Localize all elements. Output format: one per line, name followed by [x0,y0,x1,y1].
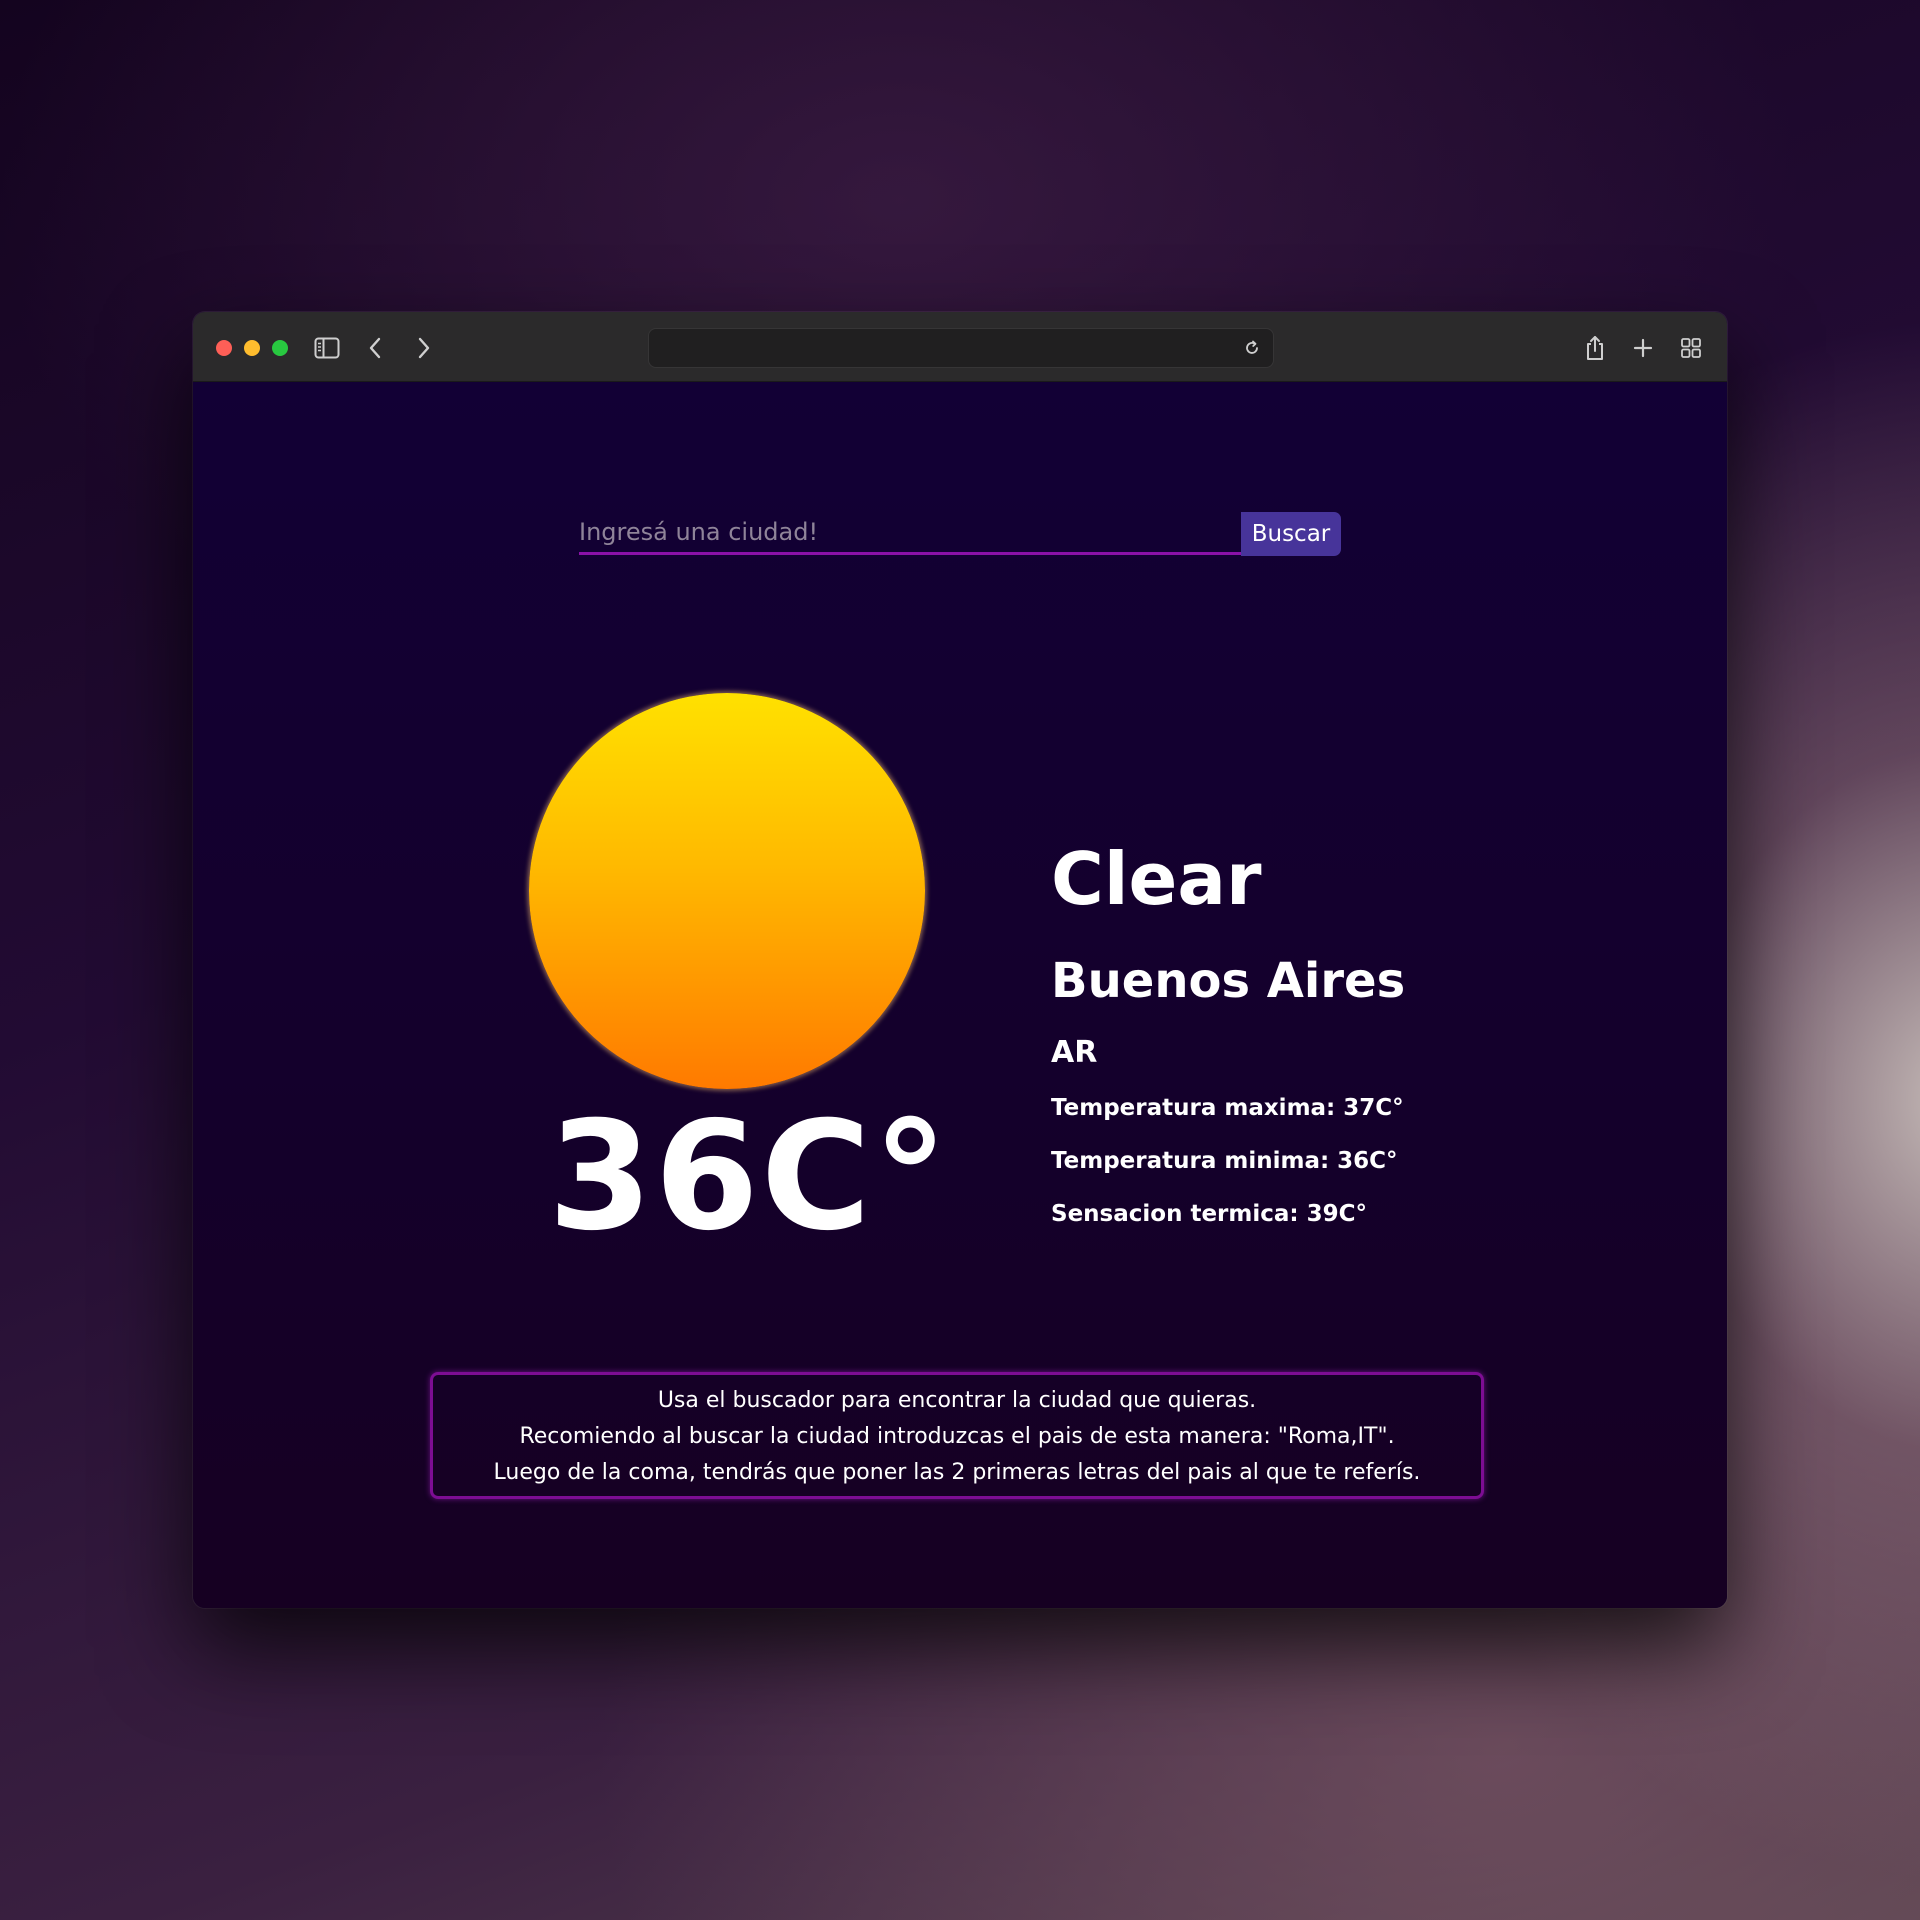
sidebar-icon[interactable] [311,332,343,364]
search-button[interactable]: Buscar [1241,512,1341,556]
minimize-window-button[interactable] [244,340,260,356]
weather-condition: Clear [1051,837,1262,921]
notice-line: Usa el buscador para encontrar la ciudad… [657,1388,1257,1413]
weather-page: Buscar 36C° Clear Buenos Aires AR Temper… [193,382,1727,1608]
back-icon[interactable] [359,332,391,364]
sun-icon [529,693,925,1089]
max-temperature: Temperatura maxima: 37C° [1051,1095,1404,1121]
notice-line: Luego de la coma, tendrás que poner las … [493,1460,1421,1485]
share-icon[interactable] [1579,332,1611,364]
city-name: Buenos Aires [1051,953,1406,1009]
reload-icon[interactable] [1239,335,1265,361]
zoom-window-button[interactable] [272,340,288,356]
city-search: Buscar [579,512,1341,556]
city-search-input[interactable] [579,512,1241,555]
country-code: AR [1051,1035,1098,1070]
address-bar[interactable] [648,328,1274,368]
browser-window: Buscar 36C° Clear Buenos Aires AR Temper… [193,312,1727,1608]
feels-like-temperature: Sensacion termica: 39C° [1051,1201,1367,1227]
weather-info: Clear Buenos Aires AR Temperatura maxima… [1051,837,1405,1229]
forward-icon[interactable] [408,332,440,364]
new-tab-icon[interactable] [1627,332,1659,364]
current-temperature: 36C° [548,1090,950,1264]
min-temperature: Temperatura minima: 36C° [1051,1148,1398,1174]
browser-titlebar [193,312,1727,382]
usage-notice: Usa el buscador para encontrar la ciudad… [430,1372,1484,1499]
close-window-button[interactable] [216,340,232,356]
notice-line: Recomiendo al buscar la ciudad introduzc… [519,1424,1395,1449]
tab-overview-icon[interactable] [1675,332,1707,364]
